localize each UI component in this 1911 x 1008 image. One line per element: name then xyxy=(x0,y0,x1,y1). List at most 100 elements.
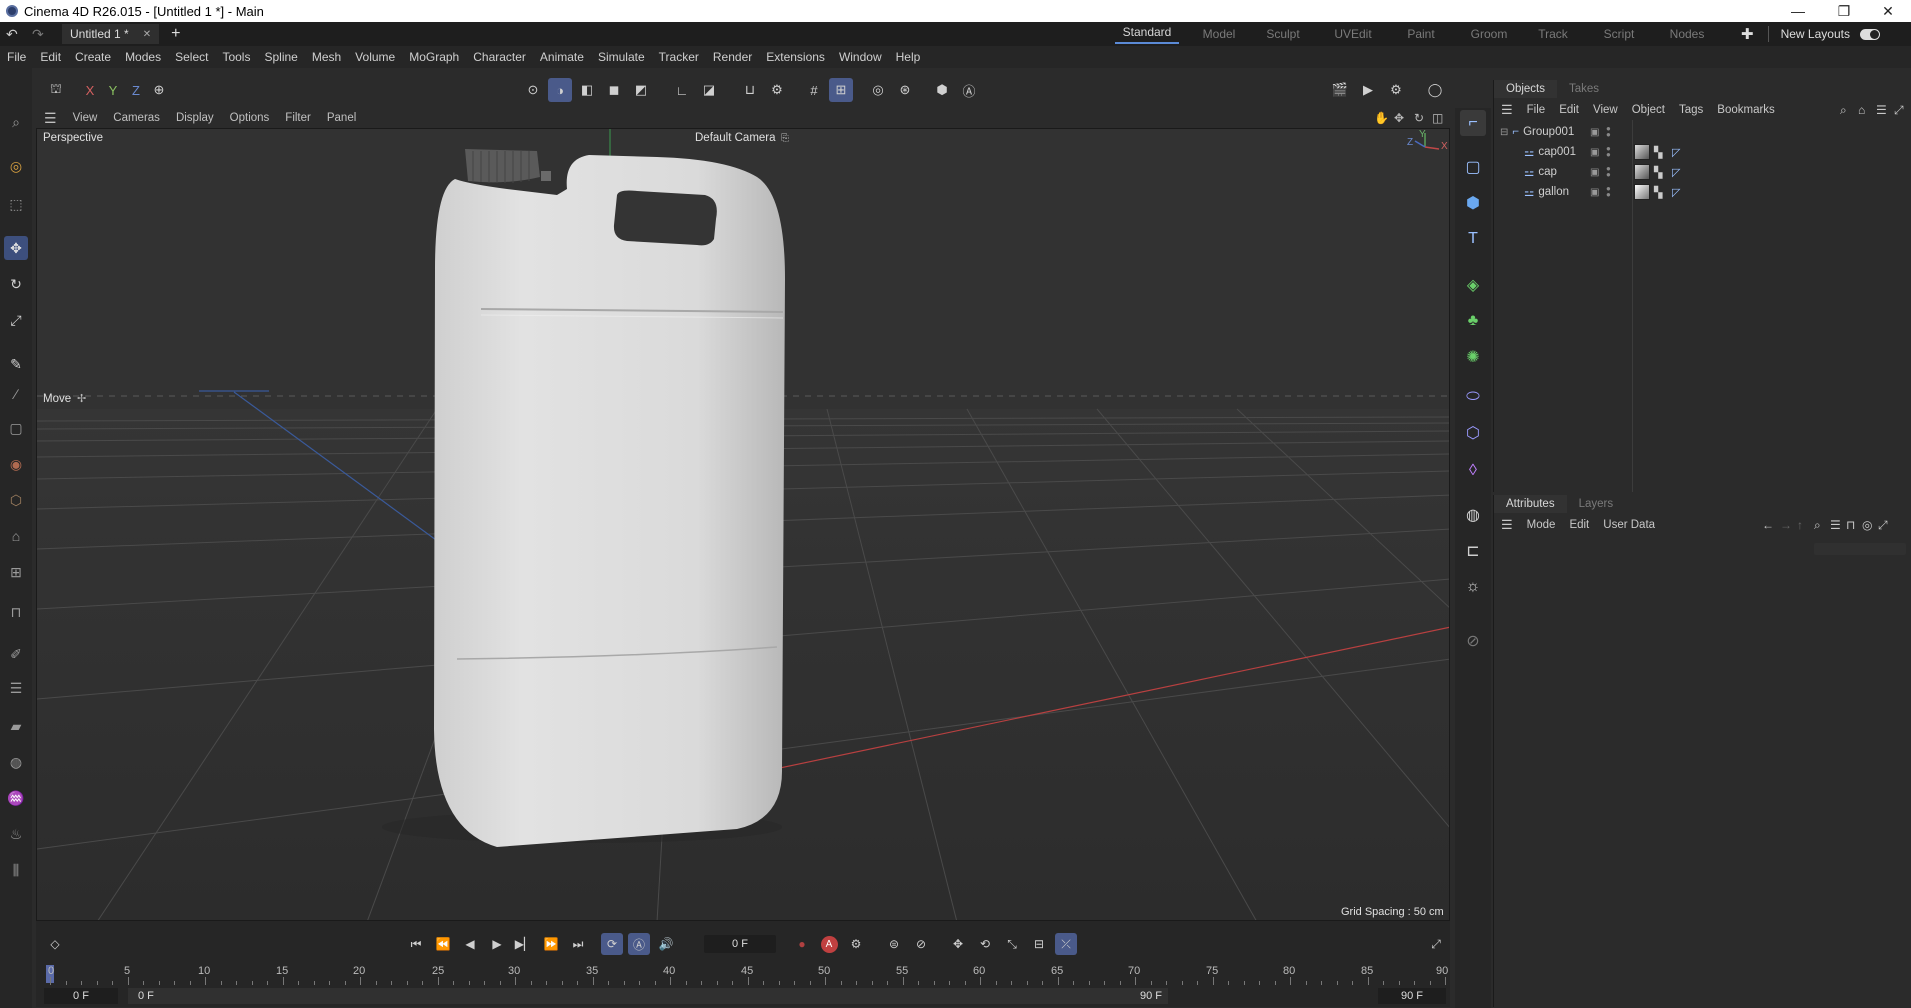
key-interpolation-icon[interactable]: ⊘ xyxy=(910,933,932,955)
menu-simulate[interactable]: Simulate xyxy=(591,50,652,64)
viewport-menu-options[interactable]: Options xyxy=(222,112,278,124)
new-layouts-label[interactable]: New Layouts xyxy=(1781,27,1850,41)
rotate-tool-icon[interactable]: ↻ xyxy=(4,272,28,296)
phong-tag-icon[interactable]: ◸ xyxy=(1672,166,1680,179)
attributes-expand-icon[interactable]: ⤢ xyxy=(1878,518,1888,533)
brush-tool-icon[interactable]: ✐ xyxy=(4,642,28,666)
objects-menu-bookmarks[interactable]: Bookmarks xyxy=(1710,104,1782,116)
prev-key-icon[interactable]: ⏪ xyxy=(432,933,454,955)
menu-render[interactable]: Render xyxy=(706,50,759,64)
close-tab-icon[interactable]: ✕ xyxy=(143,29,151,40)
phong-tag-icon[interactable]: ◸ xyxy=(1672,146,1680,159)
preview-range-bar[interactable]: 0 F 90 F xyxy=(128,988,1168,1004)
create-effector-icon[interactable]: ✺ xyxy=(1460,344,1486,370)
position-key-icon[interactable]: ✥ xyxy=(947,933,969,955)
attributes-menu-mode[interactable]: Mode xyxy=(1520,519,1563,531)
material-tag-icon[interactable] xyxy=(1634,184,1650,200)
uv-icon[interactable]: ⫼ xyxy=(4,858,28,882)
visibility-dots-icon[interactable]: ● ● xyxy=(1606,165,1611,179)
menu-tracker[interactable]: Tracker xyxy=(652,50,706,64)
collapse-icon[interactable]: ⊟ xyxy=(1500,127,1508,138)
current-frame-field[interactable]: 0 F xyxy=(704,935,776,953)
create-plane-icon[interactable]: ▢ xyxy=(1460,154,1486,180)
render-settings-strip-icon[interactable]: ⊘ xyxy=(1460,628,1486,654)
edges-mode-icon[interactable]: ◑ xyxy=(548,78,572,102)
3d-viewport[interactable]: Perspective Default Camera ⎘ Move ✢ Grid… xyxy=(36,128,1450,921)
magnet-tool-icon[interactable]: ⊓ xyxy=(4,600,28,624)
redo-icon[interactable]: ↷ xyxy=(32,26,52,43)
menu-extensions[interactable]: Extensions xyxy=(759,50,832,64)
object-name-gallon[interactable]: gallon xyxy=(1538,186,1569,198)
start-frame-field[interactable]: 0 F xyxy=(44,988,118,1004)
layout-groom[interactable]: Groom xyxy=(1457,27,1521,41)
grid-icon[interactable]: # xyxy=(802,78,826,102)
viewport-menu-display[interactable]: Display xyxy=(168,112,222,124)
lock-icon[interactable]: ⊓ xyxy=(1846,518,1855,532)
object-layer-icon[interactable]: ▣ xyxy=(1590,127,1599,138)
axis-z-button[interactable]: Z xyxy=(124,78,148,102)
next-key-icon[interactable]: ⏩ xyxy=(540,933,562,955)
object-layer-icon[interactable]: ▣ xyxy=(1590,167,1599,178)
render-settings-icon[interactable]: ⚙ xyxy=(1384,78,1408,102)
parameter-key-icon[interactable]: ⊟ xyxy=(1028,933,1050,955)
render-view-icon[interactable]: 🎬 xyxy=(1328,78,1352,102)
create-cube-icon[interactable]: ⬢ xyxy=(1460,190,1486,216)
keyframe-icon[interactable]: ◇ xyxy=(44,933,66,955)
up-arrow-icon[interactable]: ↑ xyxy=(1797,518,1803,532)
layout-model[interactable]: Model xyxy=(1187,27,1251,41)
knife-tool-icon[interactable]: ∕ xyxy=(4,382,28,406)
scale-key-icon[interactable]: ⤡ xyxy=(1001,933,1023,955)
scale-tool-icon[interactable]: ⤢ xyxy=(4,308,28,332)
create-camera-object-icon[interactable]: ⊏ xyxy=(1460,538,1486,564)
camera-label[interactable]: Default Camera xyxy=(695,132,790,144)
snap-settings-icon[interactable]: ⊞ xyxy=(4,560,28,584)
key-settings-icon[interactable]: ⚙ xyxy=(845,933,867,955)
play-icon[interactable]: ▶ xyxy=(486,933,508,955)
minimize-button[interactable]: — xyxy=(1775,0,1821,22)
model-mode-cube-icon[interactable]: ◼ xyxy=(602,78,626,102)
menu-volume[interactable]: Volume xyxy=(348,50,402,64)
attributes-target-icon[interactable]: ◎ xyxy=(1862,518,1872,532)
orbit-view-icon[interactable]: ↻ xyxy=(1414,111,1424,125)
attributes-filter-icon[interactable]: ☰ xyxy=(1830,518,1841,532)
menu-spline[interactable]: Spline xyxy=(257,50,304,64)
layout-paint[interactable]: Paint xyxy=(1389,27,1453,41)
texture-tag-icon[interactable]: ▚ xyxy=(1654,186,1662,199)
layout-uvedit[interactable]: UVEdit xyxy=(1321,27,1385,41)
polygons-mode-icon[interactable]: ◧ xyxy=(575,78,599,102)
model-mode-icon[interactable]: ⛫ xyxy=(44,78,68,102)
viewport-menu-filter[interactable]: Filter xyxy=(277,112,319,124)
create-deformer-icon[interactable]: ⬭ xyxy=(1460,384,1486,410)
layout-track[interactable]: Track xyxy=(1521,27,1585,41)
tab-layers[interactable]: Layers xyxy=(1567,495,1626,513)
toggle-views-icon[interactable]: ◫ xyxy=(1432,111,1443,125)
pan-view-icon[interactable]: ✋ xyxy=(1374,111,1389,125)
create-light-icon[interactable]: ☼ xyxy=(1460,574,1486,600)
sculpt-icon[interactable]: ♒ xyxy=(4,786,28,810)
create-environment-icon[interactable]: ◍ xyxy=(1460,502,1486,528)
point-level-key-icon[interactable]: ⤫ xyxy=(1055,933,1077,955)
goto-end-icon[interactable]: ⏭ xyxy=(567,933,589,955)
edit-mode-icon[interactable]: ✎ xyxy=(4,352,28,376)
create-cloner-icon[interactable]: ♣ xyxy=(1460,308,1486,334)
menu-animate[interactable]: Animate xyxy=(533,50,591,64)
visibility-dots-icon[interactable]: ● ● xyxy=(1606,185,1611,199)
layout-sculpt[interactable]: Sculpt xyxy=(1251,27,1315,41)
maximize-button[interactable]: ❐ xyxy=(1821,0,1867,22)
objects-menu-object[interactable]: Object xyxy=(1625,104,1672,116)
render-region-icon[interactable]: ◍ xyxy=(4,750,28,774)
create-generator-icon[interactable]: ◈ xyxy=(1460,272,1486,298)
points-mode-icon[interactable]: ⊙ xyxy=(521,78,545,102)
gallon-jug[interactable] xyxy=(434,155,785,847)
select-tool-icon[interactable]: ◎ xyxy=(4,154,28,178)
object-name-cap[interactable]: cap xyxy=(1538,166,1557,178)
tab-objects[interactable]: Objects xyxy=(1494,80,1557,98)
undo-icon[interactable]: ↶ xyxy=(6,26,26,43)
object-name-cap001[interactable]: cap001 xyxy=(1538,146,1576,158)
prev-frame-icon[interactable]: ◀ xyxy=(459,933,481,955)
objects-menu-edit[interactable]: Edit xyxy=(1552,104,1586,116)
coordinate-system-icon[interactable]: ⊕ xyxy=(147,78,171,102)
animation-mode-icon[interactable]: Ⓐ xyxy=(628,933,650,955)
axis-y-button[interactable]: Y xyxy=(101,78,125,102)
create-camera-icon[interactable]: ⌐ xyxy=(1460,110,1486,136)
